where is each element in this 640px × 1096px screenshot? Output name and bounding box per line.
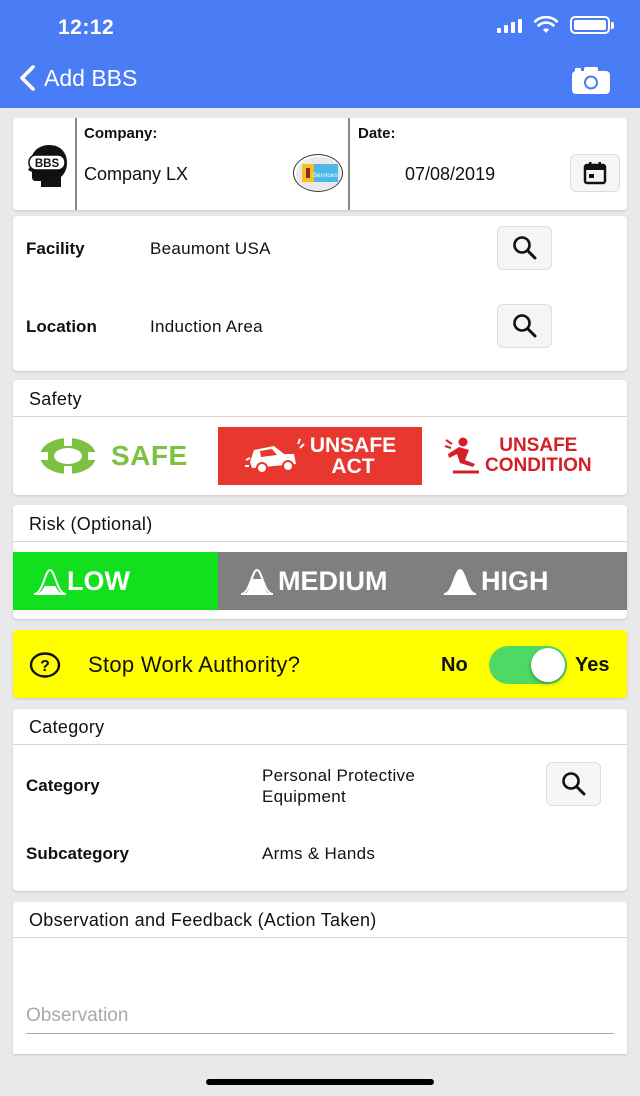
risk-card: Risk (Optional) LOW MEDIUM HIGH (13, 505, 627, 619)
risk-medium-label: MEDIUM (278, 565, 388, 596)
unsafe-act-label: UNSAFE ACT (309, 434, 397, 478)
chevron-left-icon (20, 65, 35, 91)
car-crash-icon (244, 438, 305, 474)
search-icon (561, 772, 585, 796)
observation-input[interactable] (26, 998, 614, 1034)
back-button[interactable]: Add BBS (18, 64, 137, 92)
battery-icon (570, 16, 614, 34)
category-search-button[interactable] (546, 762, 601, 806)
facility-search-button[interactable] (497, 226, 552, 270)
subcategory-label: Subcategory (26, 844, 129, 863)
status-time: 12:12 (58, 16, 115, 39)
subcategory-value[interactable]: Arms & Hands (262, 844, 375, 864)
company-value[interactable]: Company LX (84, 164, 188, 185)
facility-label: Facility (26, 239, 85, 258)
bell-curve-icon (33, 568, 67, 595)
facility-value[interactable]: Beaumont USA (150, 239, 271, 259)
facility-location-card: Facility Beaumont USA Location Induction… (13, 216, 627, 371)
location-search-button[interactable] (497, 304, 552, 348)
bbs-logo: BBS (28, 145, 67, 187)
company-label: Company: (84, 125, 158, 142)
category-value[interactable]: Personal Protective Equipment (262, 765, 502, 807)
bell-curve-icon (240, 568, 274, 595)
risk-low-label: LOW (67, 565, 130, 596)
svg-text:Services: Services (313, 172, 339, 179)
category-card: Category Category Personal Protective Eq… (13, 709, 627, 891)
bell-curve-icon (443, 568, 477, 595)
stop-work-authority-row: ? Stop Work Authority? No Yes (13, 630, 627, 698)
svg-text:BBS: BBS (35, 158, 60, 170)
divider (13, 744, 627, 745)
svg-text:?: ? (40, 658, 50, 675)
cellular-signal-icon (497, 17, 522, 33)
slip-fall-icon (444, 437, 479, 474)
header-bar: 12:12 Add BBS (0, 0, 640, 108)
safe-option[interactable]: SAFE (37, 427, 207, 485)
unsafe-act-option[interactable]: UNSAFE ACT (218, 427, 422, 485)
search-icon (512, 314, 536, 338)
safety-title: Safety (29, 389, 82, 409)
safety-card: Safety SAFE UNSAFE ACT UNSAFE CONDITION (13, 380, 627, 495)
divider (13, 937, 627, 938)
toggle-knob (531, 648, 565, 682)
location-value[interactable]: Induction Area (150, 317, 263, 337)
stop-work-yes-label: Yes (575, 654, 610, 676)
calendar-icon (583, 162, 607, 185)
risk-high-label: HIGH (481, 565, 549, 596)
wifi-icon (534, 16, 558, 33)
date-label: Date: (358, 125, 396, 142)
home-indicator (206, 1079, 434, 1085)
unsafe-condition-label: UNSAFE CONDITION (485, 435, 592, 476)
safe-label: SAFE (111, 440, 188, 471)
location-label: Location (26, 317, 97, 336)
observation-title: Observation and Feedback (Action Taken) (29, 910, 377, 930)
page-title: Add BBS (44, 64, 138, 91)
risk-title: Risk (Optional) (29, 514, 153, 534)
observation-card: Observation and Feedback (Action Taken) (13, 902, 627, 1054)
stop-work-question: Stop Work Authority? (88, 652, 301, 677)
risk-low-option[interactable]: LOW (13, 552, 218, 610)
divider (348, 118, 350, 210)
stop-work-no-label: No (441, 654, 468, 676)
company-date-card: BBS Company: Company LX Services Date: 0… (13, 118, 627, 210)
risk-high-option[interactable]: HIGH (443, 566, 549, 597)
camera-icon[interactable] (570, 64, 612, 96)
unsafe-condition-option[interactable]: UNSAFE CONDITION (443, 427, 627, 485)
category-label: Category (26, 776, 100, 795)
category-title: Category (29, 717, 105, 737)
status-icons (497, 16, 614, 34)
company-logo: Services (293, 154, 343, 192)
divider (75, 118, 77, 210)
calendar-button[interactable] (570, 154, 620, 192)
lifebuoy-icon (39, 437, 97, 475)
divider (13, 541, 627, 542)
search-icon (512, 236, 536, 260)
divider (13, 416, 627, 417)
stop-work-toggle[interactable] (489, 646, 567, 684)
risk-inactive-group: MEDIUM HIGH (218, 552, 627, 610)
date-value[interactable]: 07/08/2019 (405, 164, 495, 185)
help-circle-icon[interactable]: ? (29, 652, 61, 678)
risk-medium-option[interactable]: MEDIUM (240, 566, 388, 597)
